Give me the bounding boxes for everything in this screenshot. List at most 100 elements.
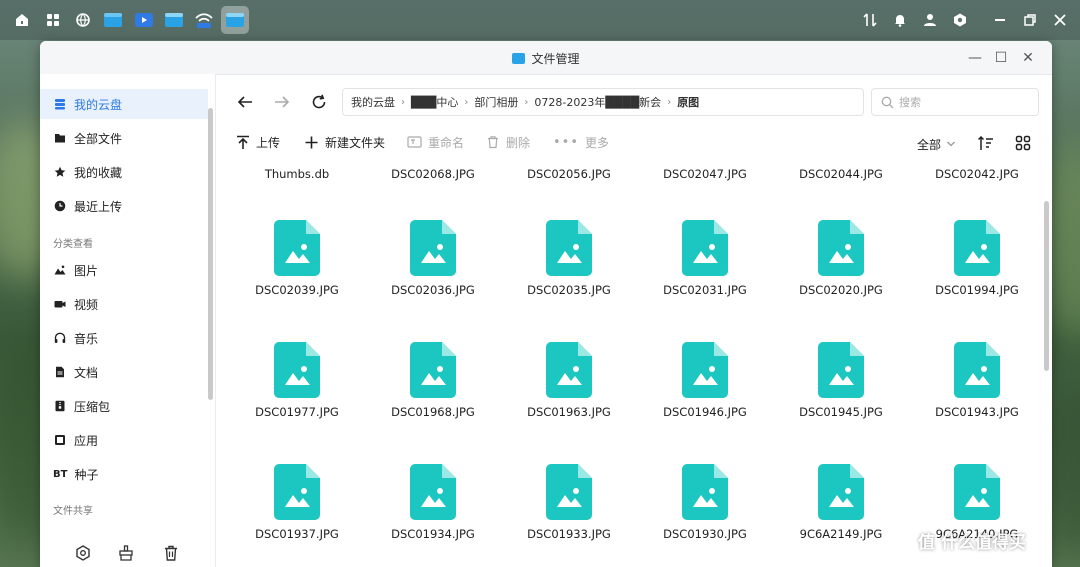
new-folder-button[interactable]: 新建文件夹	[304, 133, 385, 151]
sidebar-item-images[interactable]: 图片	[40, 255, 208, 285]
file-item[interactable]: DSC02056.JPG	[504, 167, 634, 181]
file-item[interactable]: DSC01937.JPG	[232, 463, 362, 541]
file-item[interactable]: Thumbs.db	[232, 167, 362, 181]
back-button[interactable]	[233, 90, 257, 114]
user-icon[interactable]	[917, 7, 943, 33]
file-item[interactable]: DSC02031.JPG	[640, 219, 770, 297]
file-item[interactable]: DSC01933.JPG	[504, 463, 634, 541]
file-item[interactable]: DSC02047.JPG	[640, 167, 770, 181]
close-icon[interactable]	[1047, 7, 1073, 33]
sidebar-item-videos[interactable]: 视频	[40, 289, 208, 319]
breadcrumb-item[interactable]: 部门相册	[470, 94, 522, 110]
apps-grid-icon[interactable]	[40, 7, 66, 33]
sidebar-item-apps[interactable]: 应用	[40, 425, 208, 455]
delete-button[interactable]: 删除	[486, 133, 530, 151]
sidebar-item-favorites[interactable]: 我的收藏	[40, 157, 208, 187]
sort-button[interactable]	[977, 134, 994, 152]
file-item[interactable]: DSC01977.JPG	[232, 341, 362, 419]
minimize-all-icon[interactable]	[987, 7, 1013, 33]
search-input[interactable]: 搜索	[899, 94, 921, 110]
file-manager-active-icon[interactable]	[221, 6, 249, 34]
breadcrumb-item[interactable]: 0728-2023年████新会	[530, 94, 665, 110]
file-item[interactable]: DSC02039.JPG	[232, 219, 362, 297]
file-item[interactable]: DSC01968.JPG	[368, 341, 498, 419]
breadcrumb-current[interactable]: 原图	[673, 94, 703, 110]
file-item[interactable]: DSC01946.JPG	[640, 341, 770, 419]
file-item[interactable]: 9C6A2149.JPG	[776, 463, 906, 541]
folder-icon	[53, 131, 67, 145]
sidebar-item-label: 种子	[74, 467, 99, 482]
breadcrumb-item[interactable]: ███中心	[407, 94, 462, 110]
file-item[interactable]: DSC02036.JPG	[368, 219, 498, 297]
file-item[interactable]: DSC02042.JPG	[912, 167, 1042, 181]
sidebar-item-label: 全部文件	[74, 131, 123, 146]
more-button[interactable]: ••• 更多	[553, 133, 609, 151]
transfer-icon[interactable]	[857, 7, 883, 33]
file-item[interactable]: DSC01994.JPG	[912, 219, 1042, 297]
restore-icon[interactable]	[1017, 7, 1043, 33]
filter-dropdown[interactable]: 全部	[917, 135, 956, 153]
search-box[interactable]: 搜索	[871, 88, 1039, 116]
file-name: DSC01963.JPG	[527, 405, 611, 419]
file-name: DSC02044.JPG	[799, 167, 883, 181]
upload-button[interactable]: 上传	[236, 133, 280, 151]
star-icon	[53, 165, 67, 179]
file-name: DSC02039.JPG	[255, 283, 339, 297]
file-item[interactable]: DSC01930.JPG	[640, 463, 770, 541]
breadcrumb-item[interactable]: 我的云盘	[343, 94, 399, 110]
sidebar-item-torrents[interactable]: BT 种子	[40, 459, 208, 489]
file-item[interactable]: DSC01934.JPG	[368, 463, 498, 541]
close-button[interactable]: ✕	[1017, 47, 1039, 69]
image-file-icon	[273, 341, 321, 399]
video-icon	[53, 297, 67, 311]
bell-icon[interactable]	[887, 7, 913, 33]
sidebar-item-label: 视频	[74, 297, 99, 312]
sidebar-item-archives[interactable]: 压缩包	[40, 391, 208, 421]
file-name: DSC02056.JPG	[527, 167, 611, 181]
sidebar-item-documents[interactable]: 文档	[40, 357, 208, 387]
file-item[interactable]: DSC02020.JPG	[776, 219, 906, 297]
file-item[interactable]: DSC01963.JPG	[504, 341, 634, 419]
chevron-down-icon	[947, 141, 955, 147]
maximize-button[interactable]: ☐	[990, 47, 1012, 69]
cleaner-icon[interactable]	[117, 544, 137, 564]
minimize-button[interactable]: —	[964, 47, 986, 69]
file-name: DSC01945.JPG	[799, 405, 883, 419]
file-item[interactable]: DSC02044.JPG	[776, 167, 906, 181]
file-name: DSC01933.JPG	[527, 527, 611, 541]
rename-icon	[407, 136, 422, 148]
sidebar-item-recent-uploads[interactable]: 最近上传	[40, 191, 208, 221]
folder-app-icon[interactable]	[100, 7, 126, 33]
video-player-icon[interactable]	[131, 7, 157, 33]
file-item[interactable]: DSC02068.JPG	[368, 167, 498, 181]
home-icon[interactable]	[9, 7, 35, 33]
file-name: DSC02047.JPG	[663, 167, 747, 181]
sidebar-item-my-cloud[interactable]: 我的云盘	[40, 89, 208, 119]
file-name: Thumbs.db	[264, 167, 330, 181]
globe-icon[interactable]	[70, 7, 96, 33]
chevron-right-icon: ›	[524, 96, 529, 108]
file-item[interactable]: DSC02035.JPG	[504, 219, 634, 297]
forward-button[interactable]	[270, 90, 294, 114]
image-file-icon	[273, 463, 321, 521]
file-manager-icon[interactable]	[161, 7, 187, 33]
file-name: DSC01946.JPG	[663, 405, 747, 419]
sidebar-scrollbar[interactable]	[208, 108, 213, 400]
refresh-button[interactable]	[307, 90, 331, 114]
grid-view-button[interactable]	[1015, 134, 1031, 152]
sidebar-item-music[interactable]: 音乐	[40, 323, 208, 353]
window-titlebar[interactable]: 文件管理 — ☐ ✕	[40, 41, 1052, 75]
content-scrollbar[interactable]	[1044, 201, 1049, 371]
settings-hex-icon[interactable]	[947, 7, 973, 33]
trash-icon	[488, 136, 498, 149]
trash-icon[interactable]	[162, 544, 182, 564]
chevron-right-icon: ›	[464, 96, 469, 108]
file-item[interactable]: DSC01945.JPG	[776, 341, 906, 419]
rename-button[interactable]: 重命名	[407, 133, 464, 151]
file-item[interactable]: DSC01943.JPG	[912, 341, 1042, 419]
wifi-app-icon[interactable]	[191, 7, 217, 33]
hexagon-settings-icon[interactable]	[74, 544, 94, 564]
drive-icon	[53, 97, 67, 111]
breadcrumb: 我的云盘 › ███中心 › 部门相册 › 0728-2023年████新会 ›…	[342, 88, 864, 116]
sidebar-item-all-files[interactable]: 全部文件	[40, 123, 208, 153]
